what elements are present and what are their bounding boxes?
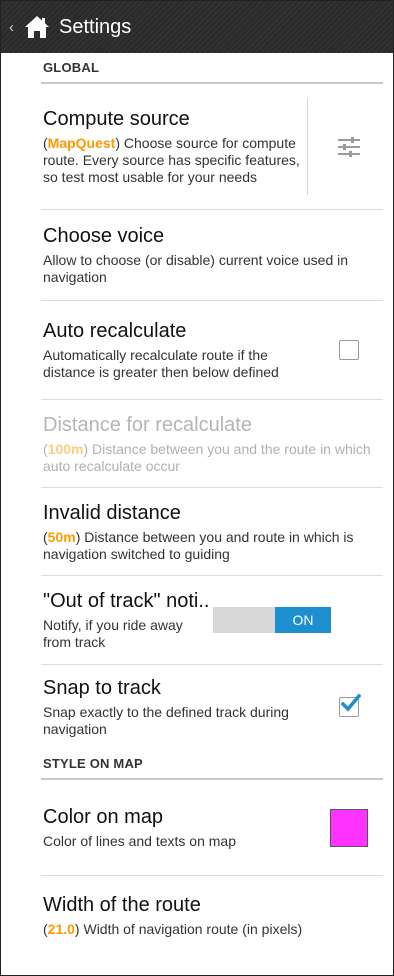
snap-to-track-checkbox-wrap[interactable]: [317, 693, 381, 717]
pref-distance-recalculate: Distance for recalculate (100m) Distance…: [41, 400, 383, 488]
pref-summary: (100m) Distance between you and the rout…: [43, 441, 381, 475]
pref-title: Color on map: [43, 806, 164, 828]
section-header-style: STYLE ON MAP: [41, 749, 383, 780]
checkmark-icon: [340, 693, 361, 712]
pref-snap-to-track-text: Snap to track Snap exactly to the define…: [43, 676, 317, 738]
back-caret-icon[interactable]: ‹: [9, 19, 23, 36]
pref-auto-recalculate-text: Auto recalculate Automatically recalcula…: [43, 319, 317, 381]
pref-summary: Allow to choose (or disable) current voi…: [43, 252, 349, 285]
pref-snap-to-track[interactable]: Snap to track Snap exactly to the define…: [41, 665, 383, 749]
pref-choose-voice-text: Choose voice Allow to choose (or disable…: [43, 224, 381, 286]
pref-auto-recalculate[interactable]: Auto recalculate Automatically recalcula…: [41, 301, 383, 400]
pref-invalid-distance[interactable]: Invalid distance (50m) Distance between …: [41, 488, 383, 576]
pref-out-of-track[interactable]: "Out of track" noti.. Notify, if you rid…: [41, 576, 383, 665]
width-highlight: 21.0: [47, 920, 75, 937]
auto-recalculate-checkbox[interactable]: [339, 340, 359, 360]
summary-rest: ) Distance between you and route in whic…: [43, 528, 354, 562]
out-of-track-toggle[interactable]: ON: [213, 607, 331, 633]
pref-summary: Color of lines and texts on map: [43, 833, 236, 849]
pref-width-route-text: Width of the route (21.0) Width of navig…: [43, 893, 381, 938]
pref-out-of-track-text: "Out of track" noti.. Notify, if you rid…: [43, 589, 213, 651]
pref-color-on-map[interactable]: Color on map Color of lines and texts on…: [41, 780, 383, 876]
pref-choose-voice[interactable]: Choose voice Allow to choose (or disable…: [41, 210, 383, 301]
pref-compute-source[interactable]: Compute source (MapQuest) Choose source …: [41, 84, 383, 210]
pref-summary: (MapQuest) Choose source for compute rou…: [43, 135, 317, 186]
pref-summary: (21.0) Width of navigation route (in pix…: [43, 921, 381, 938]
home-icon[interactable]: [23, 13, 51, 41]
pref-distance-recalculate-text: Distance for recalculate (100m) Distance…: [43, 413, 381, 475]
invalid-distance-highlight: 50m: [47, 528, 76, 545]
source-highlight: MapQuest: [47, 135, 116, 151]
vertical-divider: [307, 98, 308, 195]
pref-title: Choose voice: [43, 225, 165, 247]
pref-compute-source-text: Compute source (MapQuest) Choose source …: [43, 107, 317, 186]
toggle-track: [213, 607, 275, 633]
pref-title: Distance for recalculate: [43, 413, 252, 436]
auto-recalculate-checkbox-wrap[interactable]: [317, 340, 381, 360]
color-swatch-wrap[interactable]: [317, 808, 381, 847]
pref-summary: Snap exactly to the defined track during…: [43, 704, 289, 737]
pref-summary: Notify, if you ride away from track: [43, 617, 183, 650]
action-bar: ‹ Settings: [1, 1, 393, 53]
summary-rest: ) Distance between you and the route in …: [43, 440, 371, 474]
pref-title: Invalid distance: [43, 501, 181, 524]
settings-screen: ‹ Settings GLOBAL Compute source (MapQue…: [0, 0, 394, 976]
distance-highlight: 100m: [47, 440, 84, 457]
snap-to-track-checkbox[interactable]: [339, 693, 361, 717]
pref-color-on-map-text: Color on map Color of lines and texts on…: [43, 805, 317, 850]
pref-summary: (50m) Distance between you and route in …: [43, 529, 381, 563]
page-title: Settings: [59, 15, 132, 38]
pref-invalid-distance-text: Invalid distance (50m) Distance between …: [43, 501, 381, 563]
summary-rest: ) Width of navigation route (in pixels): [74, 920, 303, 937]
pref-width-route[interactable]: Width of the route (21.0) Width of navig…: [41, 876, 383, 954]
pref-title: Auto recalculate: [43, 320, 187, 342]
pref-summary: Automatically recalculate route if the d…: [43, 347, 279, 380]
color-swatch[interactable]: [330, 808, 368, 847]
section-header-global: GLOBAL: [41, 53, 383, 84]
sliders-icon[interactable]: [317, 136, 381, 158]
pref-title: "Out of track" noti..: [43, 590, 210, 612]
pref-title: Width of the route: [43, 893, 201, 916]
pref-title: Compute source: [43, 108, 190, 130]
toggle-on-label: ON: [275, 607, 331, 633]
pref-title: Snap to track: [43, 677, 161, 699]
